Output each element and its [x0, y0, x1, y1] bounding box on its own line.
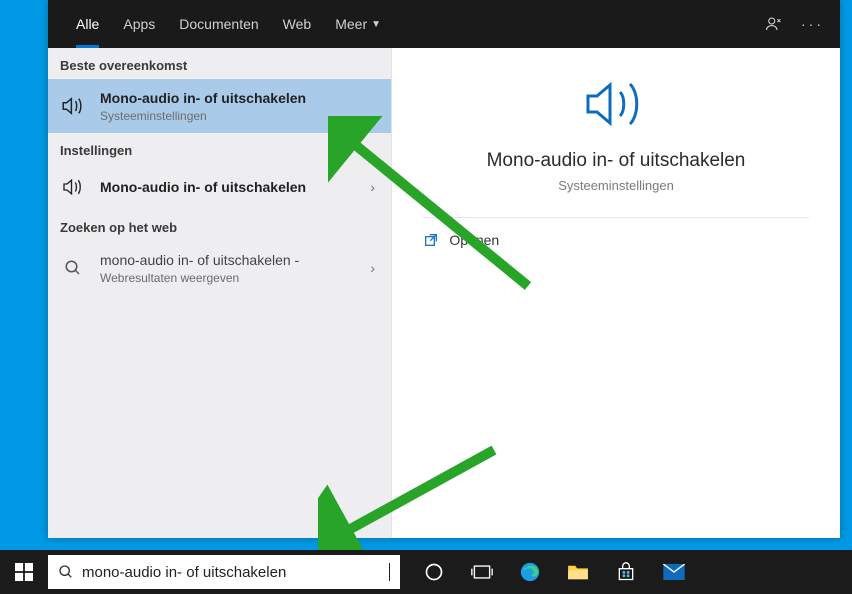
settings-header: Instellingen [48, 133, 391, 164]
detail-subtitle: Systeeminstellingen [558, 178, 674, 193]
cortana-icon[interactable] [410, 550, 458, 594]
open-icon [423, 232, 439, 248]
results-pane: Beste overeenkomst Mono-audio in- of uit… [48, 48, 392, 538]
settings-result[interactable]: Mono-audio in- of uitschakelen › [48, 164, 391, 210]
chevron-right-icon: › [370, 179, 379, 195]
best-match-title: Mono-audio in- of uitschakelen [100, 89, 379, 107]
speaker-icon [580, 76, 652, 132]
mail-icon[interactable] [650, 550, 698, 594]
settings-item-title: Mono-audio in- of uitschakelen [100, 178, 356, 196]
web-header: Zoeken op het web [48, 210, 391, 241]
speaker-icon [60, 174, 86, 200]
task-view-icon[interactable] [458, 550, 506, 594]
search-input[interactable] [82, 564, 389, 581]
tab-all[interactable]: Alle [64, 0, 111, 48]
tab-web[interactable]: Web [271, 0, 324, 48]
detail-pane: Mono-audio in- of uitschakelen Systeemin… [392, 48, 840, 538]
more-options-icon[interactable]: ··· [795, 16, 830, 32]
tab-apps[interactable]: Apps [111, 0, 167, 48]
best-match-sub: Systeeminstellingen [100, 109, 379, 123]
chevron-right-icon: › [370, 260, 379, 276]
open-action[interactable]: Openen [423, 218, 808, 262]
web-result[interactable]: mono-audio in- of uitschakelen - Webresu… [48, 241, 391, 295]
edge-icon[interactable] [506, 550, 554, 594]
taskbar [0, 550, 852, 594]
store-icon[interactable] [602, 550, 650, 594]
web-item-title: mono-audio in- of uitschakelen - [100, 251, 356, 269]
file-explorer-icon[interactable] [554, 550, 602, 594]
detail-title: Mono-audio in- of uitschakelen [487, 150, 746, 172]
start-button[interactable] [0, 550, 48, 594]
windows-logo-icon [15, 563, 33, 581]
taskbar-search-box[interactable] [48, 555, 400, 589]
best-match-result[interactable]: Mono-audio in- of uitschakelen Systeemin… [48, 79, 391, 133]
speaker-icon [60, 93, 86, 119]
windows-search-panel: Alle Apps Documenten Web Meer▼ ··· Beste… [48, 0, 840, 538]
web-item-sub: Webresultaten weergeven [100, 271, 356, 285]
feedback-icon[interactable] [765, 15, 783, 33]
best-match-header: Beste overeenkomst [48, 48, 391, 79]
tab-more[interactable]: Meer▼ [323, 0, 393, 48]
search-icon [58, 564, 74, 580]
search-icon [60, 255, 86, 281]
search-tabs-bar: Alle Apps Documenten Web Meer▼ ··· [48, 0, 840, 48]
tab-documents[interactable]: Documenten [167, 0, 270, 48]
